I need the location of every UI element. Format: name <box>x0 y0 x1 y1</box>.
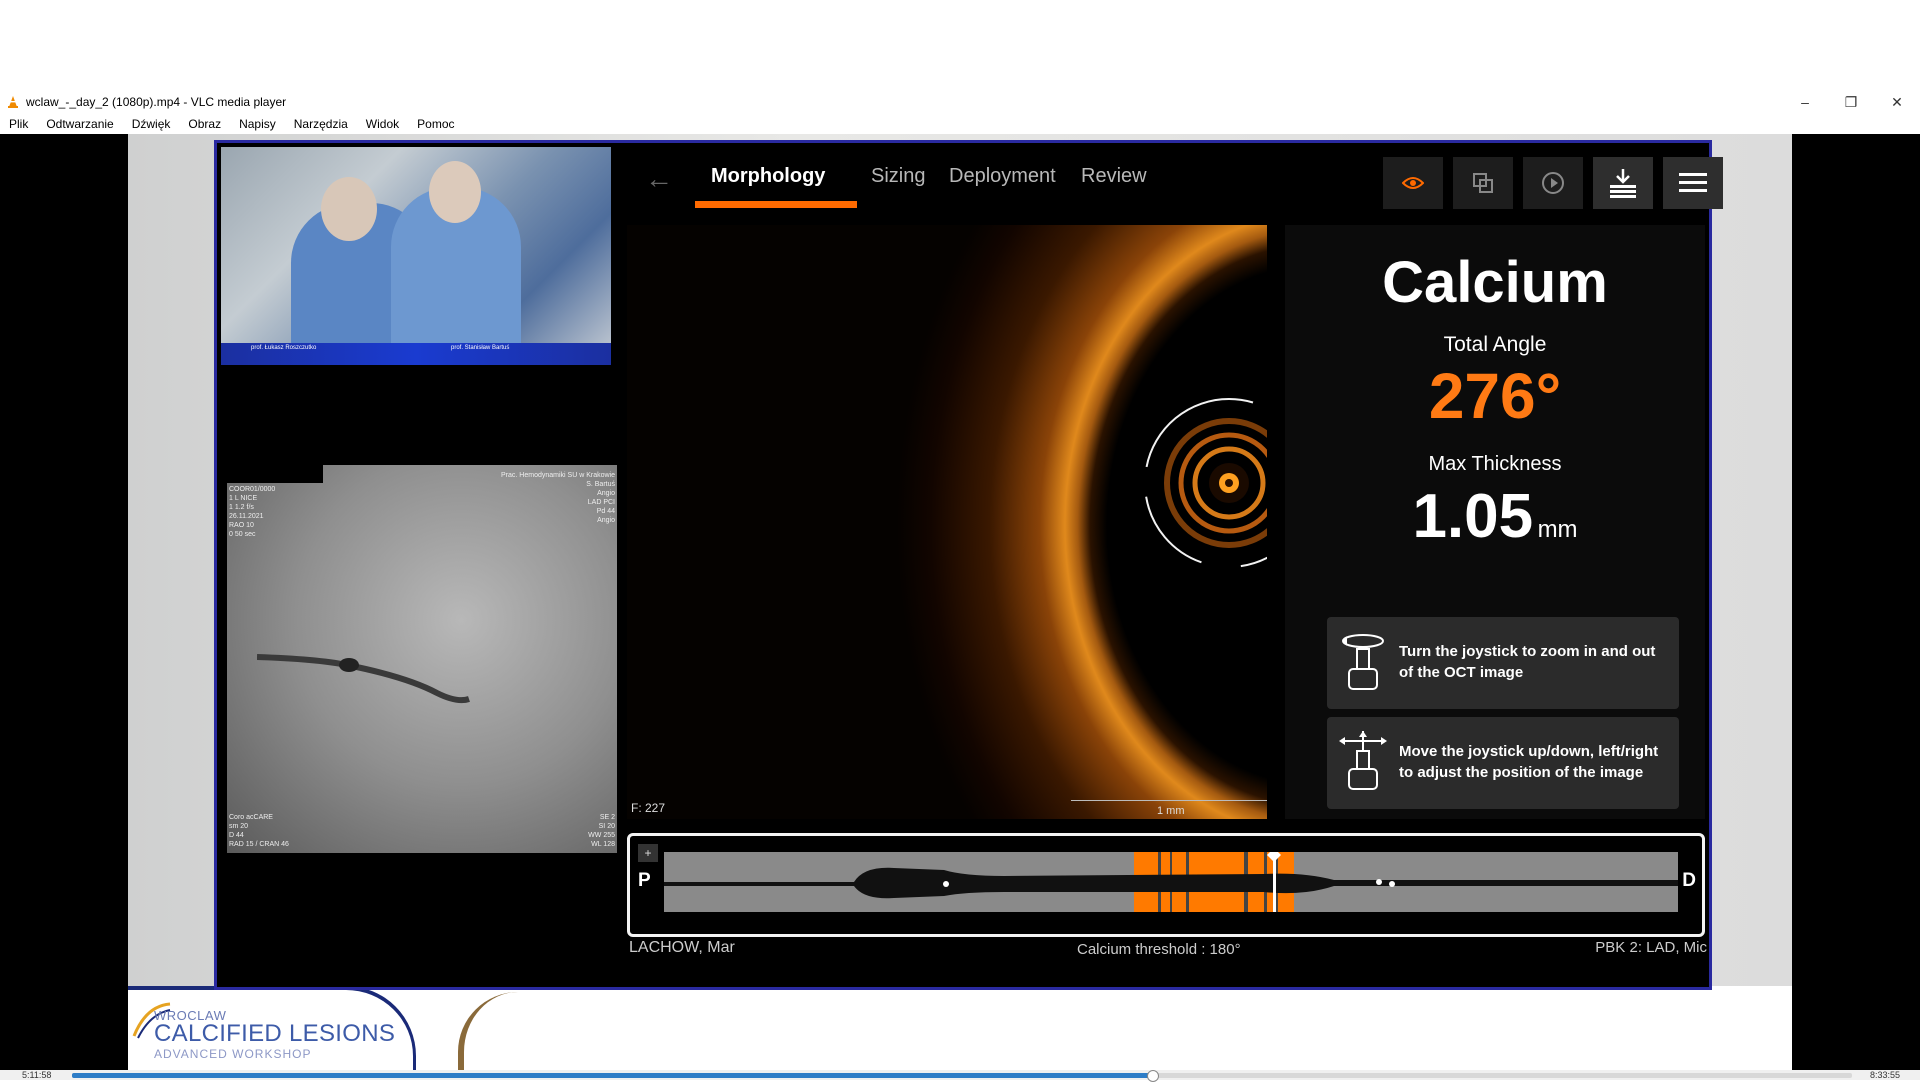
menu-dzwiek[interactable]: Dźwięk <box>123 117 180 131</box>
calcium-threshold: Calcium threshold : 180° <box>1077 941 1241 958</box>
angio-cutout <box>227 465 323 483</box>
vlc-cone-icon <box>8 96 18 108</box>
pullback-label: PBK 2: LAD, Mic <box>1595 939 1707 956</box>
menu-napisy[interactable]: Napisy <box>230 117 285 131</box>
scale-label: 1 mm <box>1157 805 1185 817</box>
window-controls: – ❐ ✕ <box>1782 90 1920 114</box>
hint-move: Move the joystick up/down, left/right to… <box>1327 717 1679 809</box>
camera-name-strip: prof. Łukasz Roszczutko prof. Stanisław … <box>221 343 611 365</box>
download-icon <box>1610 169 1636 198</box>
angiography-image: COOR01/0000 1 L NICE 1 1.2 f/s 26.11.202… <box>227 465 617 853</box>
seek-handle[interactable] <box>1147 1070 1160 1082</box>
play-button[interactable] <box>1523 157 1583 209</box>
longitudinal-view[interactable]: + P D <box>627 833 1705 937</box>
menu-widok[interactable]: Widok <box>357 117 408 131</box>
camera-name: prof. Łukasz Roszczutko <box>251 345 317 351</box>
max-thickness-unit: mm <box>1537 516 1578 543</box>
hint-zoom: Turn the joystick to zoom in and out of … <box>1327 617 1679 709</box>
logo-subtitle: ADVANCED WORKSHOP <box>154 1047 312 1061</box>
calcium-title: Calcium <box>1382 250 1608 315</box>
total-angle-label: Total Angle <box>1443 333 1547 356</box>
workshop-logo: WROCLAW CALCIFIED LESIONS ADVANCED WORKS… <box>128 986 416 1070</box>
max-thickness-label: Max Thickness <box>1428 453 1562 475</box>
compare-button[interactable] <box>1453 157 1513 209</box>
catheter-shape <box>257 654 470 704</box>
menu-button[interactable] <box>1663 157 1723 209</box>
seek-bar-area: 5:11:58 8:33:55 <box>0 1070 1920 1082</box>
minimize-button[interactable]: – <box>1782 90 1828 114</box>
title-bar: wclaw_-_day_2 (1080p).mp4 - VLC media pl… <box>0 90 1920 114</box>
menu-pomoc[interactable]: Pomoc <box>408 117 463 131</box>
angio-overlay-text: COOR01/0000 1 L NICE 1 1.2 f/s 26.11.202… <box>229 486 276 538</box>
tab-sizing[interactable]: Sizing <box>871 165 925 188</box>
menu-plik[interactable]: Plik <box>0 117 37 131</box>
window-title: wclaw_-_day_2 (1080p).mp4 - VLC media pl… <box>26 95 287 109</box>
back-arrow-icon[interactable]: ← <box>639 161 679 197</box>
expand-button[interactable]: + <box>638 844 658 862</box>
oct-monitor: prof. Łukasz Roszczutko prof. Stanisław … <box>214 140 1723 990</box>
restore-button[interactable]: ❐ <box>1828 90 1874 114</box>
logo-title: CALCIFIED LESIONS <box>154 1020 396 1047</box>
distal-label: D <box>1682 870 1696 891</box>
max-thickness: 1.05 mm <box>1285 481 1705 552</box>
scale-bar <box>1071 800 1267 801</box>
joystick-rotate-icon <box>1342 634 1384 690</box>
menu-bar: Plik Odtwarzanie Dźwięk Obraz Napisy Nar… <box>0 114 1920 134</box>
angio-overlay-text: Prac. Hemodynamiki SU w Krakowie S. Bart… <box>501 472 615 524</box>
video-frame: WROCLAW CALCIFIED LESIONS ADVANCED WORKS… <box>128 134 1792 1070</box>
eye-icon <box>1402 177 1424 189</box>
camera-feed: prof. Łukasz Roszczutko prof. Stanisław … <box>221 147 611 365</box>
patient-name: LACHOW, Mar <box>629 939 735 956</box>
calcium-panel: Calcium Total Angle 276° Max Thickness 1… <box>1285 225 1705 819</box>
play-icon <box>1542 172 1564 194</box>
operator-head <box>429 161 481 223</box>
seek-slider[interactable] <box>72 1070 1852 1082</box>
close-button[interactable]: ✕ <box>1874 90 1920 114</box>
time-total: 8:33:55 <box>1869 1070 1900 1080</box>
banner-curve <box>458 992 1792 1070</box>
tab-morphology[interactable]: Morphology <box>711 165 825 188</box>
camera-name: prof. Stanisław Bartuś <box>451 345 510 351</box>
hint-zoom-text: Turn the joystick to zoom in and out of … <box>1399 643 1656 681</box>
pullback-track <box>664 852 1678 912</box>
catheter-rings <box>1144 398 1267 568</box>
hint-move-text: Move the joystick up/down, left/right to… <box>1399 743 1659 781</box>
tab-deployment[interactable]: Deployment <box>949 165 1056 188</box>
hamburger-icon <box>1679 173 1707 192</box>
oct-header: ← Morphology Sizing Deployment Review <box>627 147 1723 211</box>
copy-icon <box>1473 173 1493 193</box>
operator-head <box>321 177 377 241</box>
active-tab-indicator <box>695 201 857 208</box>
max-thickness-value: 1.05 <box>1412 482 1534 551</box>
menu-obraz[interactable]: Obraz <box>179 117 230 131</box>
tab-review[interactable]: Review <box>1081 165 1147 188</box>
angio-overlay-text: Coro acCARE sm 20 D 44 RAD 15 / CRAN 46 <box>229 814 289 848</box>
joystick-move-icon <box>1339 731 1387 790</box>
seek-progress <box>72 1073 1153 1078</box>
time-elapsed: 5:11:58 <box>22 1070 52 1080</box>
proximal-label: P <box>638 870 651 891</box>
angio-overlay-text: SE 2 SI 20 WW 255 WL 128 <box>588 814 615 848</box>
menu-odtwarzanie[interactable]: Odtwarzanie <box>37 117 122 131</box>
frame-number: F: 227 <box>631 801 666 815</box>
total-angle-value: 276° <box>1428 360 1562 432</box>
view-button[interactable] <box>1383 157 1443 209</box>
export-button[interactable] <box>1593 157 1653 209</box>
oct-cross-section[interactable]: F: 227 1 mm <box>627 225 1267 819</box>
menu-narzedzia[interactable]: Narzędzia <box>285 117 357 131</box>
